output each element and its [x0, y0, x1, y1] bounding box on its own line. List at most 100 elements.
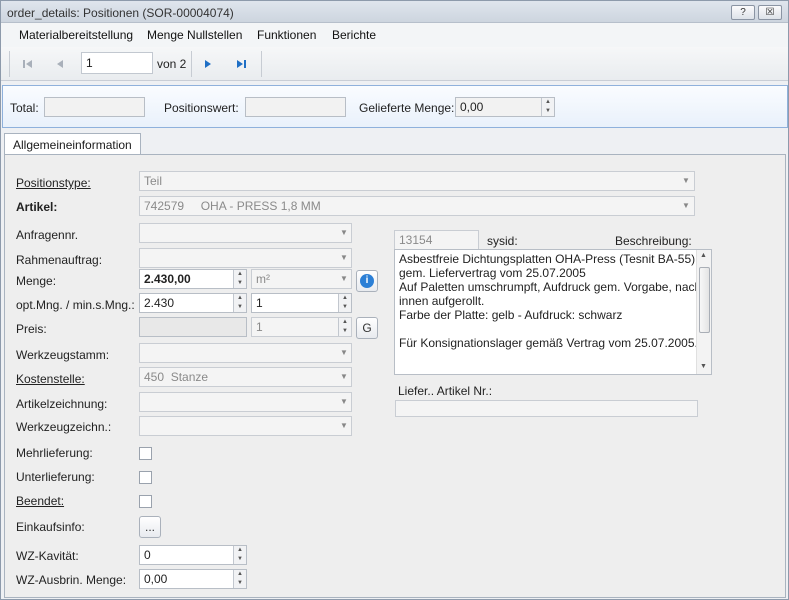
optmng-label: opt.Mng. / min.s.Mng.: — [16, 298, 135, 312]
chevron-down-icon[interactable]: ▼ — [679, 172, 693, 190]
total-field[interactable] — [44, 97, 145, 117]
close-button[interactable]: ☒ — [758, 5, 782, 20]
separator — [261, 51, 262, 77]
preis-qty-value: 1 — [256, 320, 263, 334]
beschreibung-line: gem. Liefervertrag vom 25.07.2005 — [399, 266, 586, 280]
record-navigator: 1 von 2 — [1, 47, 788, 81]
rahmenauftrag-select[interactable] — [139, 248, 352, 268]
next-record-icon[interactable] — [201, 57, 215, 71]
artikelzeichnung-select[interactable] — [139, 392, 352, 412]
min-mng-field[interactable]: 1 — [251, 293, 352, 313]
chevron-down-icon[interactable]: ▼ — [337, 344, 351, 362]
wzausbrin-spinner[interactable]: ▲ ▼ — [233, 570, 246, 588]
anfragennr-select[interactable] — [139, 223, 352, 243]
lieferartikel-field[interactable] — [395, 400, 698, 417]
beschreibung-line: Für Konsignationslager gemäß Vertrag vom… — [399, 336, 698, 350]
menge-spinner[interactable]: ▲ ▼ — [233, 270, 246, 288]
help-button[interactable]: ? — [731, 5, 755, 20]
beschreibung-label: Beschreibung: — [615, 234, 692, 248]
chevron-down-icon[interactable]: ▼ — [337, 368, 351, 386]
positionstype-select[interactable]: Teil — [139, 171, 695, 191]
separator — [9, 51, 10, 77]
menge-label: Menge: — [16, 274, 57, 288]
artikel-label: Artikel: — [16, 200, 58, 214]
wzausbrin-label: WZ-Ausbrin. Menge: — [16, 573, 127, 587]
scroll-down-icon[interactable]: ▼ — [700, 363, 707, 370]
first-record-icon[interactable] — [21, 57, 35, 71]
menge-value: 2.430,00 — [144, 272, 191, 286]
beschreibung-line — [399, 322, 695, 336]
optmng-spinner[interactable]: ▲ ▼ — [233, 294, 246, 312]
gelieferte-menge-label: Gelieferte Menge: — [359, 101, 455, 115]
positionstype-value: Teil — [144, 174, 163, 188]
beschreibung-line: Farbe der Platte: gelb - Aufdruck: schwa… — [399, 308, 623, 322]
chevron-down-icon[interactable]: ▼ — [337, 224, 351, 242]
preis-field[interactable] — [139, 317, 247, 337]
total-label: Total: — [10, 101, 39, 115]
beschreibung-scrollbar[interactable]: ▲ ▼ — [696, 250, 711, 374]
chevron-down-icon[interactable]: ▼ — [337, 270, 351, 288]
optmng-value: 2.430 — [144, 296, 175, 310]
mehrlieferung-label: Mehrlieferung: — [16, 446, 93, 460]
gelieferte-menge-value: 0,00 — [460, 100, 484, 114]
preis-qty-spinner[interactable]: ▲ ▼ — [338, 318, 351, 336]
menu-berichte[interactable]: Berichte — [332, 28, 376, 42]
wzausbrin-field[interactable]: 0,00 — [139, 569, 247, 589]
artikelzeichnung-label: Artikelzeichnung: — [16, 397, 108, 411]
positionswert-label: Positionswert: — [164, 101, 239, 115]
previous-record-icon[interactable] — [53, 57, 67, 71]
sysid-field[interactable]: 13154 — [394, 230, 479, 250]
chevron-down-icon[interactable]: ▼ — [337, 249, 351, 267]
kostenstelle-select[interactable]: 450 Stanze — [139, 367, 352, 387]
window: order_details: Positionen (SOR-00004074)… — [0, 0, 789, 600]
optmng-field[interactable]: 2.430 — [139, 293, 247, 313]
beschreibung-line: Asbestfreie Dichtungsplatten OHA-Press (… — [399, 252, 696, 266]
menu-funktionen[interactable]: Funktionen — [257, 28, 316, 42]
beschreibung-textarea[interactable]: Asbestfreie Dichtungsplatten OHA-Press (… — [394, 249, 712, 375]
positionswert-field[interactable] — [245, 97, 346, 117]
sysid-value: 13154 — [399, 233, 433, 247]
wzausbrin-value: 0,00 — [144, 572, 168, 586]
menge-field[interactable]: 2.430,00 — [139, 269, 247, 289]
unterlieferung-checkbox[interactable] — [139, 471, 152, 484]
wzkavitaet-label: WZ-Kavität: — [16, 549, 79, 563]
kostenstelle-label[interactable]: Kostenstelle: — [16, 372, 85, 386]
positionstype-label[interactable]: Positionstype: — [16, 176, 91, 190]
scroll-thumb[interactable] — [699, 267, 710, 333]
wzkavitaet-value: 0 — [144, 548, 151, 562]
page-count-label: von 2 — [157, 57, 187, 71]
chevron-down-icon[interactable]: ▼ — [679, 197, 693, 215]
gelieferte-menge-spinner[interactable]: ▲ ▼ — [541, 98, 554, 116]
scroll-up-icon[interactable]: ▲ — [700, 252, 707, 259]
artikel-select[interactable]: 742579 OHA - PRESS 1,8 MM — [139, 196, 695, 216]
last-record-icon[interactable] — [234, 57, 248, 71]
kostenstelle-value: 450 Stanze — [144, 370, 209, 384]
chevron-down-icon[interactable]: ▼ — [337, 417, 351, 435]
min-mng-spinner[interactable]: ▲ ▼ — [338, 294, 351, 312]
min-mng-value: 1 — [256, 296, 263, 310]
current-page-input[interactable]: 1 — [81, 52, 153, 74]
window-title: order_details: Positionen (SOR-00004074) — [7, 6, 234, 20]
werkzeugzeichn-select[interactable] — [139, 416, 352, 436]
menu-menge-nullstellen[interactable]: Menge Nullstellen — [147, 28, 242, 42]
wzkavitaet-field[interactable]: 0 — [139, 545, 247, 565]
title-bar: order_details: Positionen (SOR-00004074)… — [1, 1, 788, 23]
werkzeugstamm-select[interactable] — [139, 343, 352, 363]
einkaufsinfo-button[interactable]: ... — [139, 516, 161, 538]
beendet-label[interactable]: Beendet: — [16, 494, 64, 508]
info-button[interactable]: i — [356, 270, 378, 292]
preis-qty-field[interactable]: 1 — [251, 317, 352, 337]
beendet-checkbox[interactable] — [139, 495, 152, 508]
gelieferte-menge-field[interactable]: 0,00 — [455, 97, 555, 117]
rahmenauftrag-label: Rahmenauftrag: — [16, 253, 103, 267]
einkaufsinfo-label: Einkaufsinfo: — [16, 520, 85, 534]
tab-allgemeineinformation[interactable]: Allgemeineinformation — [4, 133, 141, 155]
sysid-label: sysid: — [487, 234, 518, 248]
wzkavitaet-spinner[interactable]: ▲ ▼ — [233, 546, 246, 564]
mehrlieferung-checkbox[interactable] — [139, 447, 152, 460]
g-button[interactable]: G — [356, 317, 378, 339]
beschreibung-line: innen aufgerollt. — [399, 294, 485, 308]
chevron-down-icon[interactable]: ▼ — [337, 393, 351, 411]
menu-materialbereitstellung[interactable]: Materialbereitstellung — [19, 28, 133, 42]
preis-label: Preis: — [16, 322, 47, 336]
